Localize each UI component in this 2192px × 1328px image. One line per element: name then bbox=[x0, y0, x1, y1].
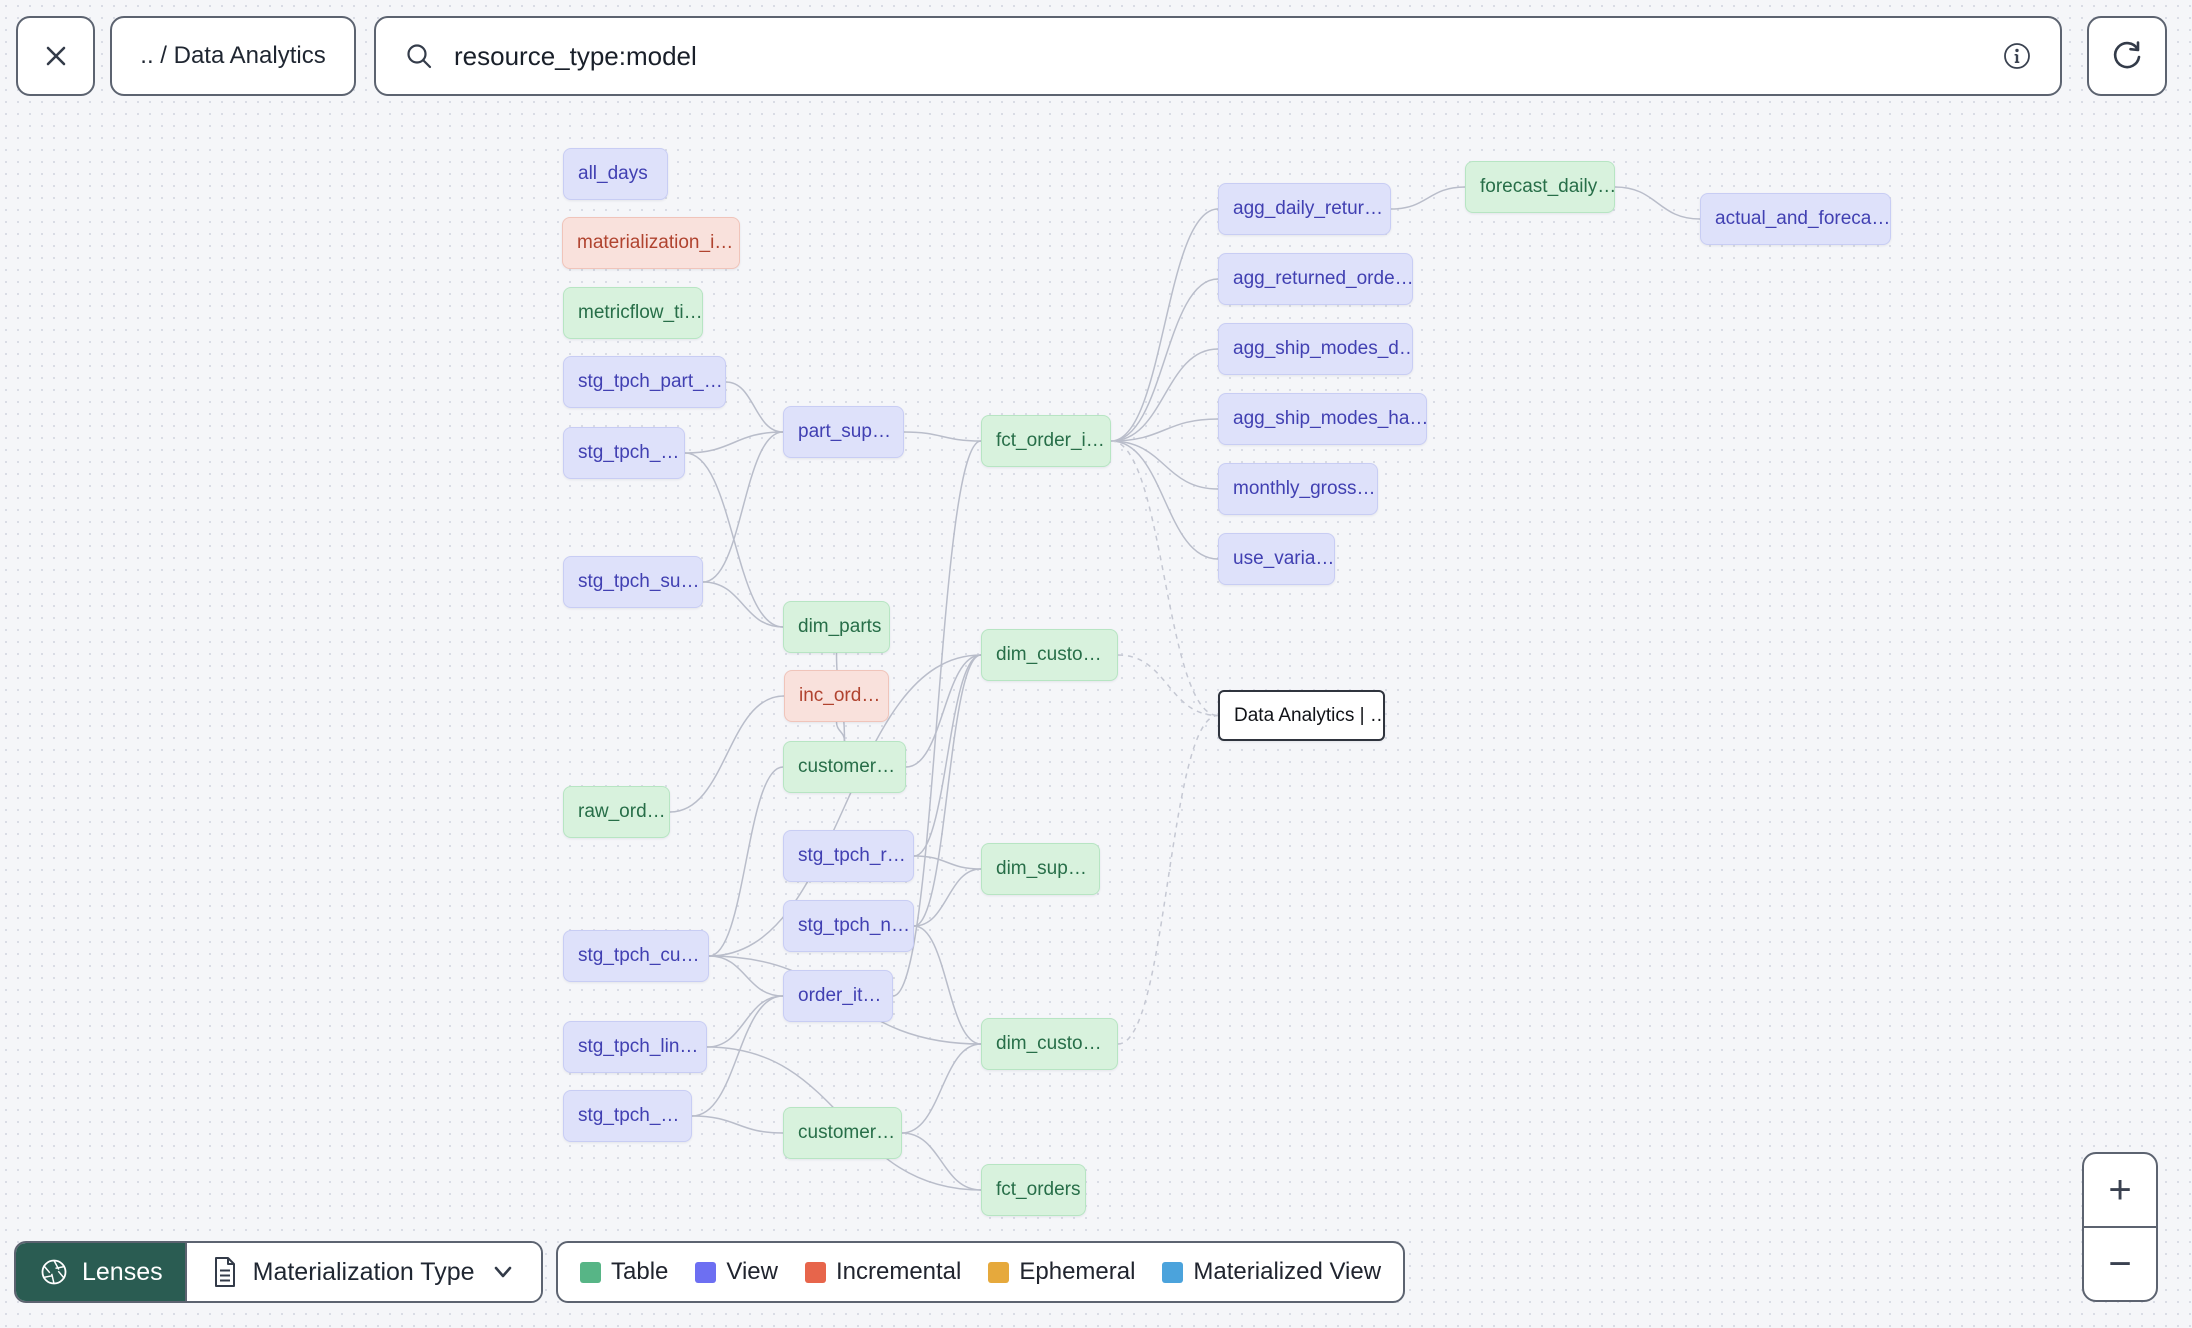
edge-fct_order_i-to-monthly_gross bbox=[1110, 440, 1219, 490]
legend-swatch bbox=[804, 1261, 826, 1283]
edge-stg_tpch_cu-to-customer_a bbox=[708, 766, 784, 957]
legend-item-ephemeral: Ephemeral bbox=[988, 1258, 1135, 1286]
lenses-control: Lenses Materialization Type bbox=[14, 1241, 543, 1303]
search-input[interactable]: resource_type:model bbox=[454, 41, 1982, 72]
legend-label: Incremental bbox=[835, 1258, 962, 1285]
zoom-out-button[interactable]: − bbox=[2084, 1226, 2156, 1300]
edge-fct_order_i-to-agg_daily_retur bbox=[1110, 208, 1219, 442]
search-icon bbox=[407, 44, 432, 69]
graph-node-actual_and_foreca[interactable]: actual_and_foreca… bbox=[1700, 193, 1891, 245]
edge-raw_ord-to-inc_ord bbox=[669, 695, 785, 813]
edge-stg_tpch_su-to-part_sup bbox=[702, 431, 784, 583]
edge-customer_b-to-dim_custo_b bbox=[901, 1043, 982, 1134]
graph-node-fct_orders[interactable]: fct_orders bbox=[981, 1164, 1086, 1216]
graph-node-fct_order_i[interactable]: fct_order_i… bbox=[981, 415, 1111, 467]
aperture-icon bbox=[41, 1259, 67, 1285]
lenses-button[interactable]: Lenses bbox=[16, 1243, 185, 1301]
edge-stg_tpch_part-to-part_sup bbox=[725, 381, 784, 433]
minus-icon: − bbox=[2108, 1241, 2132, 1286]
zoom-in-button[interactable]: + bbox=[2084, 1154, 2156, 1226]
graph-node-customer_a[interactable]: customer… bbox=[783, 741, 906, 793]
edge-forecast_daily-to-actual_and_foreca bbox=[1614, 186, 1701, 220]
edge-stg_tpch_a-to-part_sup bbox=[684, 431, 784, 454]
plus-icon: + bbox=[2108, 1167, 2132, 1212]
graph-node-metricflow_ti[interactable]: metricflow_ti… bbox=[563, 287, 703, 339]
graph-node-stg_tpch_b[interactable]: stg_tpch_… bbox=[563, 1090, 692, 1142]
legend-swatch bbox=[1162, 1261, 1184, 1283]
legend-item-incremental: Incremental bbox=[804, 1258, 962, 1286]
legend-label: Ephemeral bbox=[1019, 1258, 1136, 1285]
legend-label: Materialized View bbox=[1193, 1258, 1382, 1285]
document-icon bbox=[214, 1257, 235, 1287]
breadcrumb-button[interactable]: .. / Data Analytics bbox=[110, 16, 356, 96]
legend: Table View Incremental Ephemeral Materialize… bbox=[556, 1241, 1406, 1303]
graph-node-agg_ship_modes_d[interactable]: agg_ship_modes_d… bbox=[1218, 323, 1413, 375]
edge-fct_order_i-to-use_varia bbox=[1110, 440, 1219, 560]
graph-node-stg_tpch_part[interactable]: stg_tpch_part_… bbox=[563, 356, 726, 408]
edge-stg_tpch_su-to-dim_parts bbox=[702, 581, 784, 628]
legend-swatch bbox=[695, 1261, 717, 1283]
edge-part_sup-to-fct_order_i bbox=[903, 431, 982, 442]
graph-node-part_sup[interactable]: part_sup… bbox=[783, 406, 904, 458]
edge-stg_tpch_b-to-customer_b bbox=[691, 1115, 784, 1134]
breadcrumb: .. / Data Analytics bbox=[140, 42, 326, 69]
zoom-controls: + − bbox=[2082, 1152, 2158, 1302]
lens-selector-label: Materialization Type bbox=[252, 1257, 475, 1286]
edge-dim_custo_a-to-data_analytics_root bbox=[1117, 654, 1219, 717]
graph-node-order_it[interactable]: order_it… bbox=[783, 970, 893, 1022]
lineage-canvas[interactable]: all_days materialization_i… metricflow_ti…… bbox=[0, 0, 2192, 1328]
legend-label: View bbox=[726, 1258, 778, 1285]
graph-node-stg_tpch_r[interactable]: stg_tpch_r… bbox=[783, 830, 914, 882]
legend-label: Table bbox=[611, 1258, 669, 1285]
graph-node-dim_parts[interactable]: dim_parts bbox=[783, 601, 890, 653]
close-button[interactable] bbox=[16, 16, 95, 96]
edge-stg_tpch_cu-to-order_it bbox=[708, 955, 784, 997]
graph-node-dim_custo_b[interactable]: dim_custo… bbox=[981, 1018, 1118, 1070]
graph-node-materialization_i[interactable]: materialization_i… bbox=[562, 217, 740, 269]
edge-fct_order_i-to-data_analytics_root bbox=[1110, 440, 1219, 717]
graph-node-agg_ship_modes_ha[interactable]: agg_ship_modes_ha… bbox=[1218, 393, 1427, 445]
legend-item-table: Table bbox=[580, 1258, 668, 1286]
edge-customer_b-to-fct_orders bbox=[901, 1132, 982, 1191]
legend-item-materialized-view: Materialized View bbox=[1162, 1258, 1381, 1286]
graph-node-stg_tpch_lin[interactable]: stg_tpch_lin… bbox=[563, 1021, 707, 1073]
lens-selector[interactable]: Materialization Type bbox=[184, 1243, 541, 1301]
graph-node-all_days[interactable]: all_days bbox=[563, 148, 668, 200]
graph-node-stg_tpch_n[interactable]: stg_tpch_n… bbox=[783, 900, 914, 952]
legend-swatch bbox=[580, 1261, 601, 1283]
legend-swatch bbox=[988, 1261, 1010, 1283]
edge-dim_custo_b-to-data_analytics_root bbox=[1117, 714, 1219, 1045]
graph-node-stg_tpch_su[interactable]: stg_tpch_su… bbox=[563, 556, 703, 608]
graph-node-stg_tpch_a[interactable]: stg_tpch_… bbox=[563, 427, 685, 479]
refresh-button[interactable] bbox=[2087, 16, 2167, 96]
edge-stg_tpch_lin-to-order_it bbox=[706, 995, 784, 1048]
edge-agg_daily_retur-to-forecast_daily bbox=[1390, 186, 1466, 210]
info-icon[interactable] bbox=[2000, 39, 2034, 73]
edge-customer_a-to-dim_custo_a bbox=[905, 654, 982, 768]
graph-node-raw_ord[interactable]: raw_ord… bbox=[563, 786, 670, 838]
graph-node-stg_tpch_cu[interactable]: stg_tpch_cu… bbox=[563, 930, 709, 982]
edge-stg_tpch_n-to-dim_custo_a bbox=[913, 654, 982, 927]
edge-stg_tpch_n-to-dim_custo_b bbox=[913, 925, 982, 1045]
search-bar[interactable]: resource_type:model bbox=[374, 16, 2062, 96]
graph-node-inc_ord[interactable]: inc_ord… bbox=[784, 670, 889, 722]
graph-node-dim_sup[interactable]: dim_sup… bbox=[981, 843, 1100, 895]
edge-fct_order_i-to-agg_ship_modes_d bbox=[1110, 348, 1219, 442]
close-icon bbox=[46, 46, 65, 66]
graph-node-use_varia[interactable]: use_varia… bbox=[1218, 533, 1335, 585]
graph-node-monthly_gross[interactable]: monthly_gross… bbox=[1218, 463, 1378, 515]
graph-node-dim_custo_a[interactable]: dim_custo… bbox=[981, 629, 1118, 681]
legend-item-view: View bbox=[695, 1258, 778, 1286]
graph-node-customer_b[interactable]: customer… bbox=[783, 1107, 902, 1159]
graph-node-agg_returned_orde[interactable]: agg_returned_orde… bbox=[1218, 253, 1413, 305]
refresh-icon bbox=[2113, 41, 2141, 69]
lenses-label: Lenses bbox=[82, 1257, 163, 1286]
graph-node-data_analytics_root[interactable]: Data Analytics | … bbox=[1218, 690, 1385, 741]
chevron-down-icon bbox=[494, 1266, 511, 1278]
graph-node-forecast_daily[interactable]: forecast_daily… bbox=[1465, 161, 1615, 213]
edge-fct_order_i-to-agg_returned_orde bbox=[1110, 278, 1219, 442]
graph-node-agg_daily_retur[interactable]: agg_daily_retur… bbox=[1218, 183, 1391, 235]
